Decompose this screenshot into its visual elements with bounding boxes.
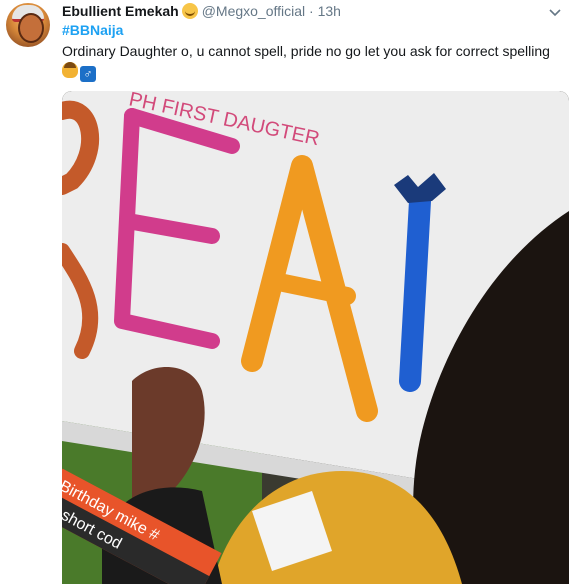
hashtag-link[interactable]: #BBNaija xyxy=(62,22,123,38)
smiling-face-emoji-icon xyxy=(181,3,198,19)
display-name[interactable]: Ebullient Emekah xyxy=(62,3,179,19)
tweet-photo[interactable]: PH FIRST DAUGTER Birthday mike # short c… xyxy=(62,91,569,584)
tweet-text: Ordinary Daughter o, u cannot spell, pri… xyxy=(62,43,550,59)
user-handle[interactable]: @Megxo_official xyxy=(202,3,305,19)
woman-emoji-icon xyxy=(62,62,78,78)
tweet-header: Ebullient Emekah @Megxo_official · 13h xyxy=(62,2,341,20)
male-sign-emoji-icon: ♂ xyxy=(80,66,96,82)
separator-dot: · xyxy=(309,3,314,19)
avatar[interactable] xyxy=(6,3,50,47)
chevron-down-icon[interactable] xyxy=(549,6,561,20)
tweet: Ebullient Emekah @Megxo_official · 13h #B… xyxy=(0,0,573,584)
tweet-time[interactable]: 13h xyxy=(318,3,341,19)
emoji-row: ♂ xyxy=(62,62,96,82)
avatar-face xyxy=(18,13,44,43)
